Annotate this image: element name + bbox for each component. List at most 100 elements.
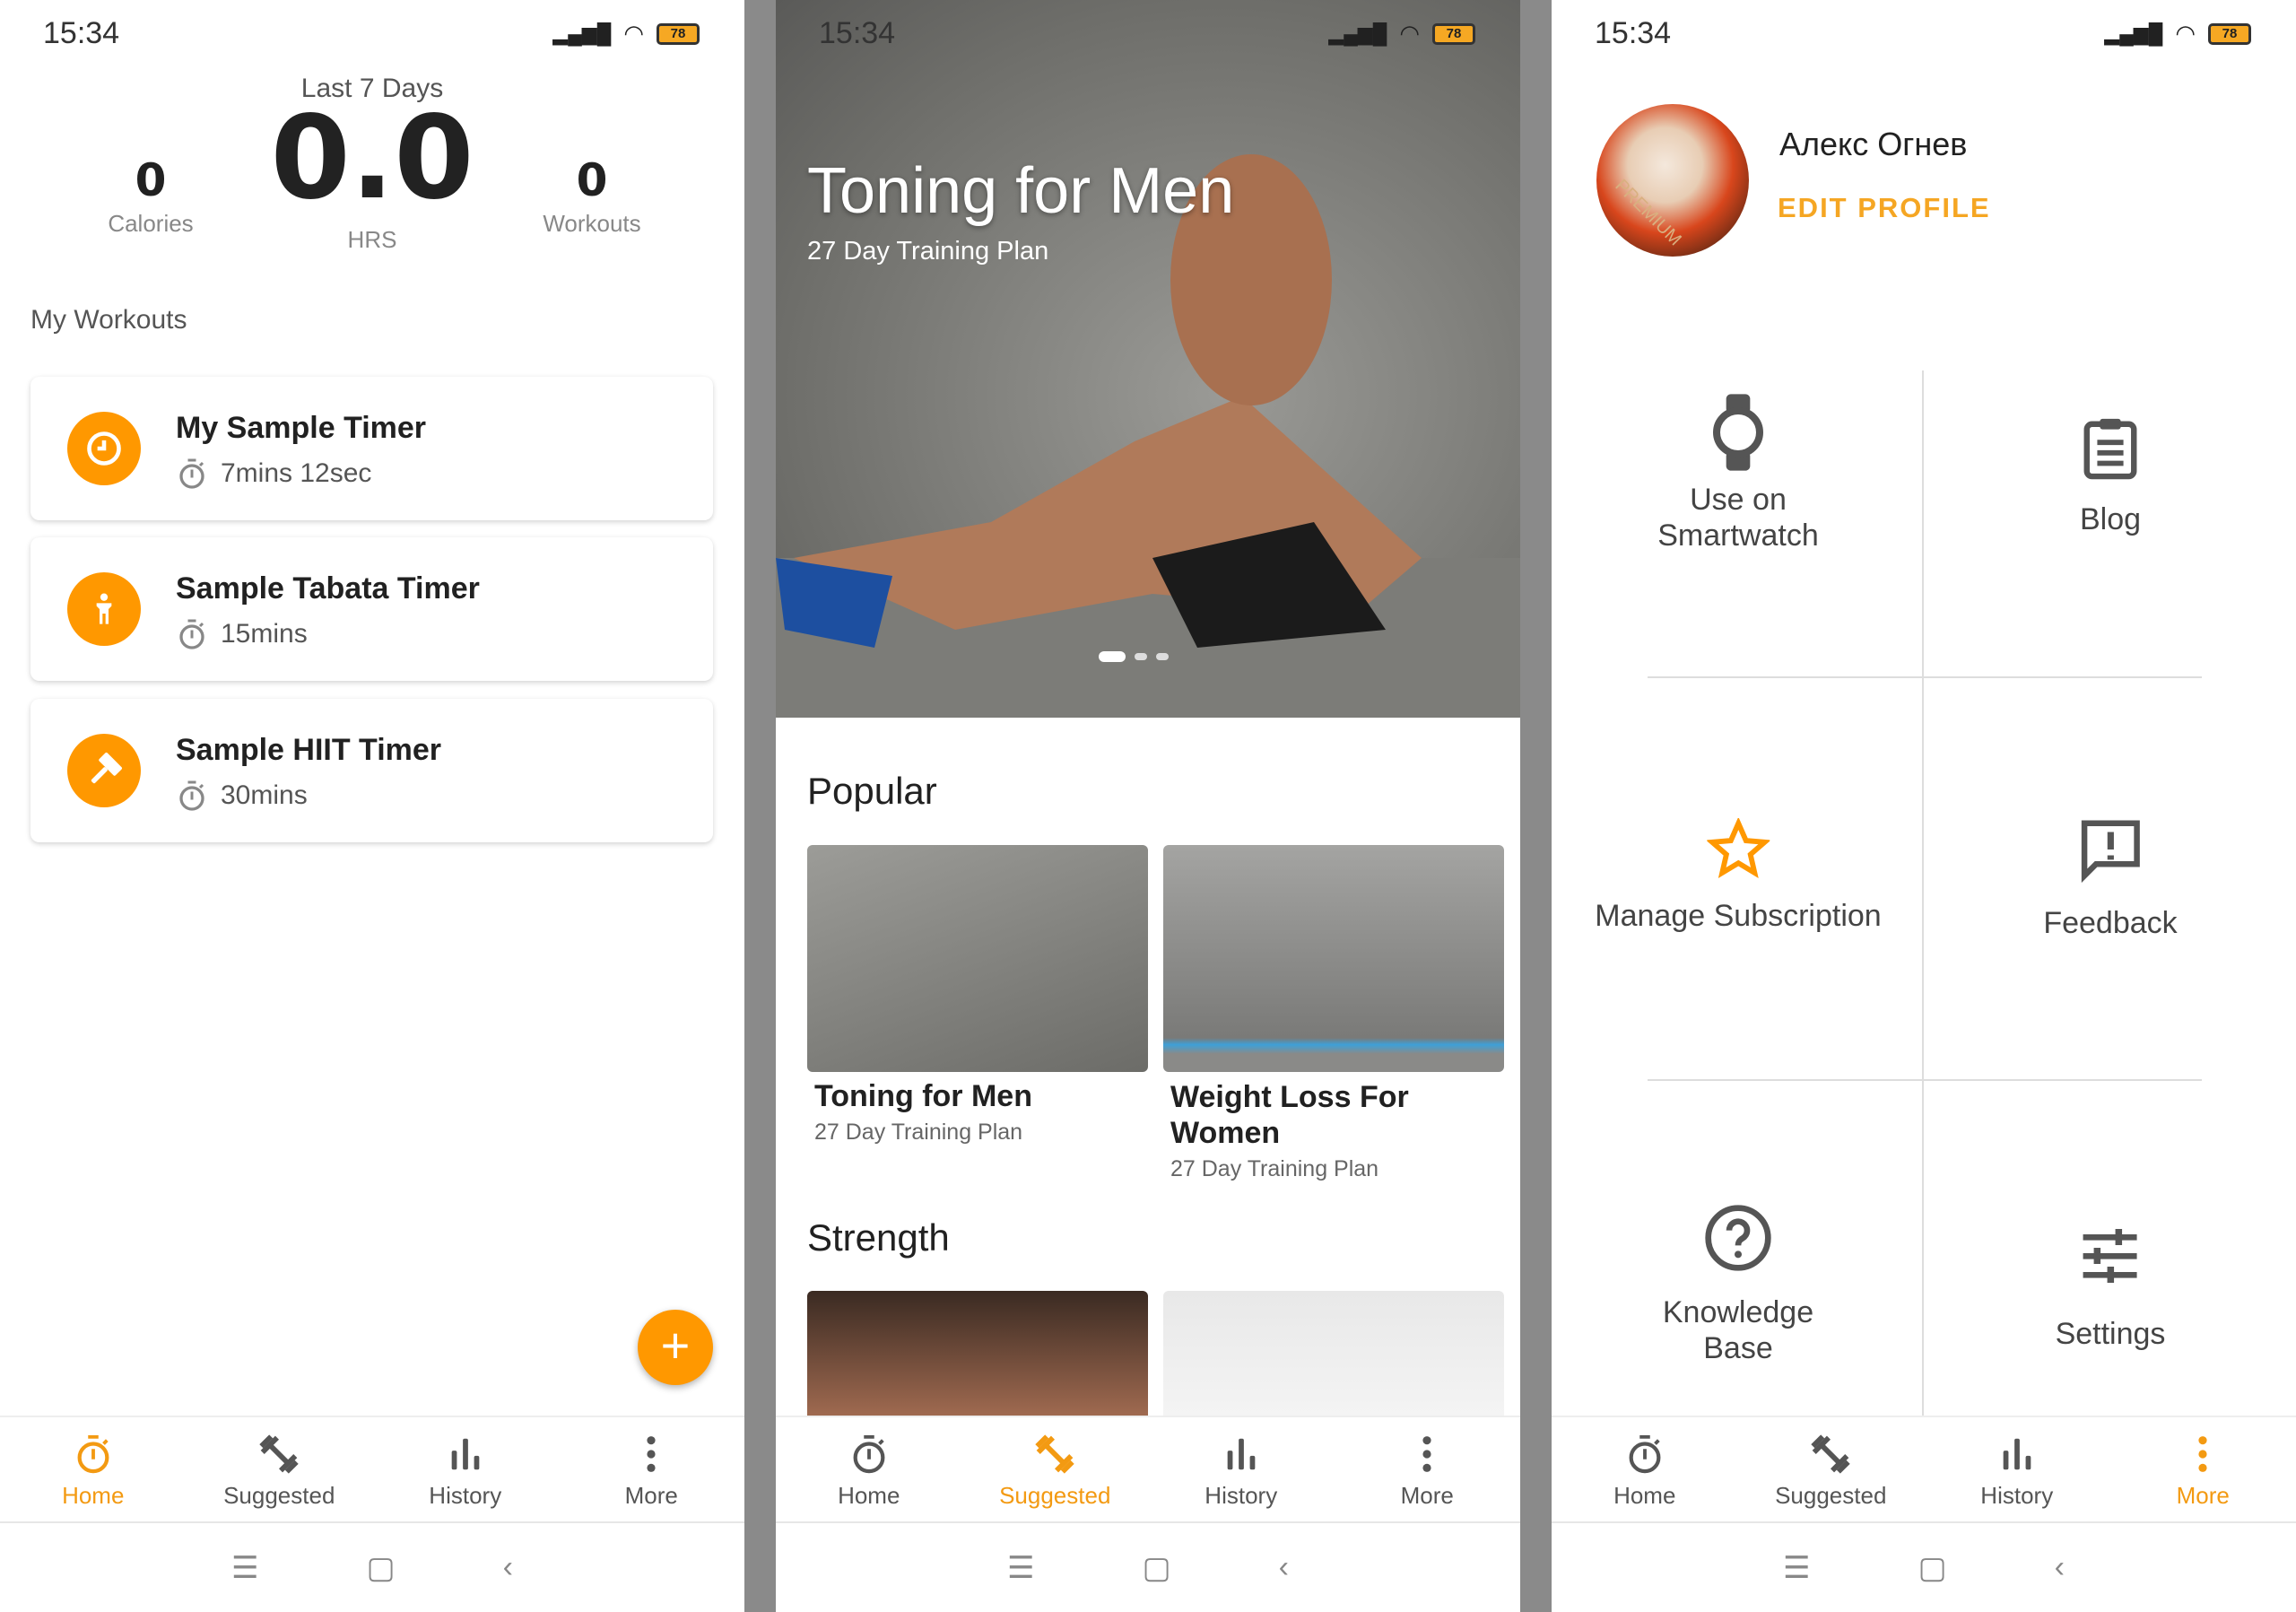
signal-icon: ▂▄▆█	[2104, 22, 2163, 45]
workout-card[interactable]: Sample HIIT Timer 30mins	[30, 699, 713, 842]
workout-duration: 15mins	[221, 619, 308, 649]
menu-manage-subscription[interactable]: Manage Subscription	[1595, 816, 1882, 934]
plan-image	[807, 845, 1148, 1072]
status-time: 15:34	[1595, 16, 1672, 50]
status-time: 15:34	[819, 16, 896, 50]
menu-label: Blog	[2079, 502, 2142, 536]
menu-icon[interactable]: ☰	[1783, 1550, 1810, 1586]
add-workout-button[interactable]: +	[638, 1310, 713, 1385]
workout-title: My Sample Timer	[176, 411, 427, 445]
nav-more[interactable]: More	[1335, 1417, 1521, 1521]
edit-profile-button[interactable]: EDIT PROFILE	[1778, 192, 1991, 224]
bottom-nav: Home Suggested History More	[1552, 1416, 2296, 1523]
section-title: My Workouts	[30, 305, 187, 335]
menu-settings[interactable]: Settings	[2056, 1224, 2165, 1352]
nav-label: History	[1205, 1482, 1278, 1509]
grid-divider	[1648, 1079, 2202, 1081]
popular-heading: Popular	[807, 770, 937, 812]
workout-card[interactable]: Sample Tabata Timer 15mins	[30, 537, 713, 681]
bar-chart-icon	[1221, 1433, 1262, 1475]
strength-card-image[interactable]	[1163, 1291, 1504, 1416]
menu-icon[interactable]: ☰	[231, 1550, 258, 1586]
wifi-icon: ◠	[1399, 20, 1420, 47]
nav-home[interactable]: Home	[0, 1417, 187, 1521]
dumbbell-icon	[1034, 1433, 1075, 1475]
signal-icon: ▂▄▆█	[552, 22, 612, 45]
hero-banner[interactable]: Toning for Men 27 Day Training Plan	[776, 0, 1520, 718]
nav-home[interactable]: Home	[1552, 1417, 1738, 1521]
stopwatch-icon	[176, 780, 208, 812]
back-icon[interactable]: ‹	[2055, 1550, 2065, 1585]
nav-suggested[interactable]: Suggested	[187, 1417, 373, 1521]
nav-suggested[interactable]: Suggested	[1738, 1417, 1925, 1521]
nav-history[interactable]: History	[1148, 1417, 1335, 1521]
nav-history[interactable]: History	[1924, 1417, 2110, 1521]
carousel-dots[interactable]	[1099, 651, 1169, 662]
hero-title: Toning for Men	[807, 155, 1235, 227]
nav-label: Suggested	[999, 1482, 1111, 1509]
nav-suggested[interactable]: Suggested	[962, 1417, 1149, 1521]
hero-subtitle: 27 Day Training Plan	[807, 237, 1049, 266]
menu-feedback[interactable]: Feedback	[2043, 815, 2178, 941]
menu-knowledge-base[interactable]: Knowledge Base	[1639, 1202, 1837, 1366]
nav-label: History	[429, 1482, 502, 1509]
battery-icon: 78	[1432, 22, 1475, 45]
battery-icon: 78	[2208, 22, 2251, 45]
workout-duration: 7mins 12sec	[221, 458, 372, 488]
home-square-icon[interactable]: ▢	[367, 1550, 396, 1586]
back-icon[interactable]: ‹	[503, 1550, 513, 1585]
nav-more[interactable]: More	[559, 1417, 745, 1521]
nav-label: More	[624, 1482, 678, 1509]
home-square-icon[interactable]: ▢	[1143, 1550, 1171, 1586]
menu-smartwatch[interactable]: Use on Smartwatch	[1622, 391, 1855, 553]
hours-value: 0.0	[270, 91, 474, 225]
grid-divider	[1922, 370, 1924, 1416]
stopwatch-icon	[176, 457, 208, 490]
clipboard-icon	[2083, 418, 2137, 480]
wifi-icon: ◠	[623, 20, 644, 47]
strength-card-image[interactable]	[807, 1291, 1148, 1416]
more-vertical-icon	[2182, 1433, 2223, 1475]
stopwatch-icon	[176, 618, 208, 650]
workout-duration: 30mins	[221, 780, 308, 810]
nav-more[interactable]: More	[2110, 1417, 2296, 1521]
avatar[interactable]: PREMIUM	[1596, 104, 1749, 257]
clock-icon	[67, 412, 141, 485]
plan-title: Weight Loss For Women	[1170, 1080, 1409, 1150]
help-circle-icon	[1705, 1205, 1771, 1271]
nav-history[interactable]: History	[372, 1417, 559, 1521]
menu-blog[interactable]: Blog	[2079, 413, 2142, 537]
workouts-label: Workouts	[543, 210, 641, 237]
stopwatch-icon	[73, 1433, 114, 1475]
nav-label: Home	[1613, 1482, 1676, 1509]
nav-label: Home	[838, 1482, 900, 1509]
status-icons: ▂▄▆█ ◠ 78	[552, 20, 700, 48]
status-icons: ▂▄▆█ ◠ 78	[1328, 20, 1475, 48]
wifi-icon: ◠	[2175, 20, 2196, 47]
system-nav: ☰ ▢ ‹	[776, 1523, 1520, 1612]
status-time: 15:34	[43, 16, 120, 50]
dumbbell-icon	[258, 1433, 300, 1475]
stopwatch-icon	[848, 1433, 890, 1475]
nav-home[interactable]: Home	[776, 1417, 962, 1521]
workout-card[interactable]: My Sample Timer 7mins 12sec	[30, 377, 713, 520]
home-square-icon[interactable]: ▢	[1918, 1550, 1947, 1586]
profile-name: Алекс Огнев	[1779, 126, 1968, 162]
plan-card[interactable]: Weight Loss For Women 27 Day Training Pl…	[1163, 845, 1504, 1182]
nav-label: Home	[62, 1482, 125, 1509]
status-icons: ▂▄▆█ ◠ 78	[2104, 20, 2251, 48]
plan-image	[1163, 845, 1504, 1072]
menu-label: Knowledge Base	[1662, 1295, 1814, 1365]
plan-subtitle: 27 Day Training Plan	[1170, 1156, 1379, 1181]
battery-icon: 78	[657, 22, 700, 45]
plan-card[interactable]: Toning for Men 27 Day Training Plan	[807, 845, 1148, 1146]
bar-chart-icon	[445, 1433, 486, 1475]
workout-title: Sample Tabata Timer	[176, 571, 480, 606]
smartwatch-icon	[1713, 394, 1763, 471]
menu-icon[interactable]: ☰	[1007, 1550, 1034, 1586]
bottom-nav: Home Suggested History More	[0, 1416, 744, 1523]
stopwatch-icon	[1624, 1433, 1665, 1475]
plan-title: Toning for Men	[814, 1079, 1032, 1113]
workouts-value: 0	[576, 154, 608, 206]
back-icon[interactable]: ‹	[1279, 1550, 1289, 1585]
